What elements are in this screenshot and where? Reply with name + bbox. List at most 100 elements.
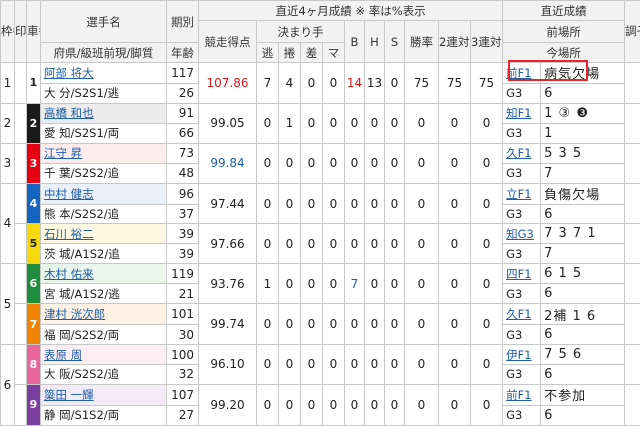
rider-name[interactable]: 簗田 一輝 bbox=[40, 383, 167, 406]
prev-venue-link[interactable]: 前F1 bbox=[502, 62, 542, 84]
start-count: 0 bbox=[384, 344, 405, 385]
prediction-mark[interactable] bbox=[14, 383, 27, 426]
kimarite-nige: 0 bbox=[256, 223, 279, 265]
start-count: 0 bbox=[384, 62, 405, 104]
race-score: 96.10 bbox=[198, 344, 257, 385]
prev-venue-link[interactable]: 久F1 bbox=[502, 142, 542, 164]
prediction-mark[interactable] bbox=[14, 263, 27, 305]
waku-header: 枠番 bbox=[0, 0, 15, 63]
back-count: 0 bbox=[344, 182, 365, 225]
prev-venue-link[interactable]: 久F1 bbox=[502, 303, 542, 326]
kimarite-makuri: 0 bbox=[278, 344, 301, 385]
prev-venue-link[interactable]: 前F1 bbox=[502, 383, 542, 406]
prev-venue-link[interactable]: 伊F1 bbox=[502, 344, 542, 365]
prediction-mark[interactable] bbox=[14, 62, 27, 104]
rider-name[interactable]: 木村 佑来 bbox=[40, 263, 167, 285]
back-count: 0 bbox=[344, 102, 365, 144]
current-meet-results: 1 bbox=[540, 122, 626, 144]
kimarite-mark: 0 bbox=[322, 102, 345, 144]
term-header: 期別 bbox=[166, 0, 199, 43]
condition-cell bbox=[624, 182, 640, 225]
term: 101 bbox=[166, 303, 199, 326]
prediction-mark[interactable] bbox=[14, 344, 27, 385]
rider-name[interactable]: 江守 昇 bbox=[40, 142, 167, 164]
win-rate: 0 bbox=[404, 344, 439, 385]
start-count: 0 bbox=[384, 223, 405, 265]
current-meet-results: 6 bbox=[540, 404, 626, 426]
kimarite-mark: 0 bbox=[322, 182, 345, 225]
top2-rate: 0 bbox=[438, 142, 471, 184]
current-meet-results: 6 bbox=[540, 203, 626, 225]
kimarite-nige: 7 bbox=[256, 62, 279, 104]
top2-rate: 0 bbox=[438, 303, 471, 346]
car-plate: 4 bbox=[26, 182, 41, 225]
rider-name[interactable]: 阿部 将大 bbox=[40, 62, 167, 84]
win-rate: 0 bbox=[404, 223, 439, 265]
rider-name[interactable]: 中村 健志 bbox=[40, 182, 167, 205]
home-count: 0 bbox=[364, 142, 385, 184]
kimarite-mark: 0 bbox=[322, 303, 345, 346]
top2-rate-header: 2連対率 bbox=[438, 20, 471, 63]
rider-name[interactable]: 表原 周 bbox=[40, 344, 167, 365]
rider-row-top: 1 1 阿部 将大 117 107.86 7 4 0 0 14 13 0 75 75 75 前F1 病気欠場 bbox=[0, 62, 640, 104]
prev-venue-link[interactable]: 立F1 bbox=[502, 182, 542, 205]
win-rate: 0 bbox=[404, 102, 439, 144]
start-count: 0 bbox=[384, 303, 405, 346]
prev-meet-header: 前場所 bbox=[502, 20, 626, 43]
start-count: 0 bbox=[384, 263, 405, 305]
prediction-mark[interactable] bbox=[14, 223, 27, 265]
prediction-mark[interactable] bbox=[14, 142, 27, 184]
kimarite-makuri: 0 bbox=[278, 383, 301, 426]
prev-venue-link[interactable]: 知G3 bbox=[502, 223, 542, 245]
top3-rate: 0 bbox=[469, 383, 504, 426]
kimarite-header: 決まり手 bbox=[256, 20, 345, 43]
rider-name[interactable]: 高橋 和也 bbox=[40, 102, 167, 124]
kimarite-makuri: 4 bbox=[278, 62, 301, 104]
kimarite-mark: 0 bbox=[322, 344, 345, 385]
age: 21 bbox=[166, 283, 199, 305]
prediction-mark[interactable] bbox=[14, 102, 27, 144]
car-plate: 7 bbox=[26, 303, 41, 346]
kimarite-nige: 0 bbox=[256, 142, 279, 184]
prev-venue-link[interactable]: 四F1 bbox=[502, 263, 542, 285]
car-plate: 9 bbox=[26, 383, 41, 426]
kimarite-makuri: 0 bbox=[278, 182, 301, 225]
current-grade: G3 bbox=[502, 404, 542, 426]
condition-cell bbox=[624, 223, 640, 265]
rider-prefecture: 茨 城/A1S2/追 bbox=[40, 243, 167, 265]
nige-header: 逃 bbox=[256, 42, 279, 63]
back-count: 7 bbox=[344, 263, 365, 305]
kimarite-sashi: 0 bbox=[300, 142, 323, 184]
age: 39 bbox=[166, 243, 199, 265]
race-score: 107.86 bbox=[198, 62, 257, 104]
prev-meet-results: 2補 1 6 bbox=[540, 303, 626, 326]
prev-meet-results: 病気欠場 bbox=[540, 62, 626, 84]
kimarite-sashi: 0 bbox=[300, 223, 323, 265]
term: 100 bbox=[166, 344, 199, 365]
car-plate: 8 bbox=[26, 344, 41, 385]
race-score: 99.84 bbox=[198, 142, 257, 184]
car-plate: 2 bbox=[26, 102, 41, 144]
prev-venue-link[interactable]: 知F1 bbox=[502, 102, 542, 124]
condition-header: 調子 bbox=[624, 0, 640, 63]
rider-name[interactable]: 津村 洸次郎 bbox=[40, 303, 167, 326]
age: 32 bbox=[166, 363, 199, 385]
kimarite-nige: 0 bbox=[256, 102, 279, 144]
home-count: 13 bbox=[364, 62, 385, 104]
current-meet-results: 6 bbox=[540, 82, 626, 104]
top3-rate: 0 bbox=[469, 344, 504, 385]
current-grade: G3 bbox=[502, 243, 542, 265]
top2-rate: 0 bbox=[438, 102, 471, 144]
current-meet-results: 7 bbox=[540, 243, 626, 265]
prediction-mark[interactable] bbox=[14, 303, 27, 346]
kimarite-sashi: 0 bbox=[300, 182, 323, 225]
home-count: 0 bbox=[364, 223, 385, 265]
top3-rate: 0 bbox=[469, 142, 504, 184]
condition-cell bbox=[624, 263, 640, 305]
score-header: 競走得点 bbox=[198, 20, 257, 63]
top3-rate-header: 3連対率 bbox=[469, 20, 504, 63]
prediction-mark[interactable] bbox=[14, 182, 27, 225]
rider-name[interactable]: 石川 裕二 bbox=[40, 223, 167, 245]
prefecture-header: 府県/級班前現/脚質 bbox=[40, 42, 167, 63]
term: 96 bbox=[166, 182, 199, 205]
